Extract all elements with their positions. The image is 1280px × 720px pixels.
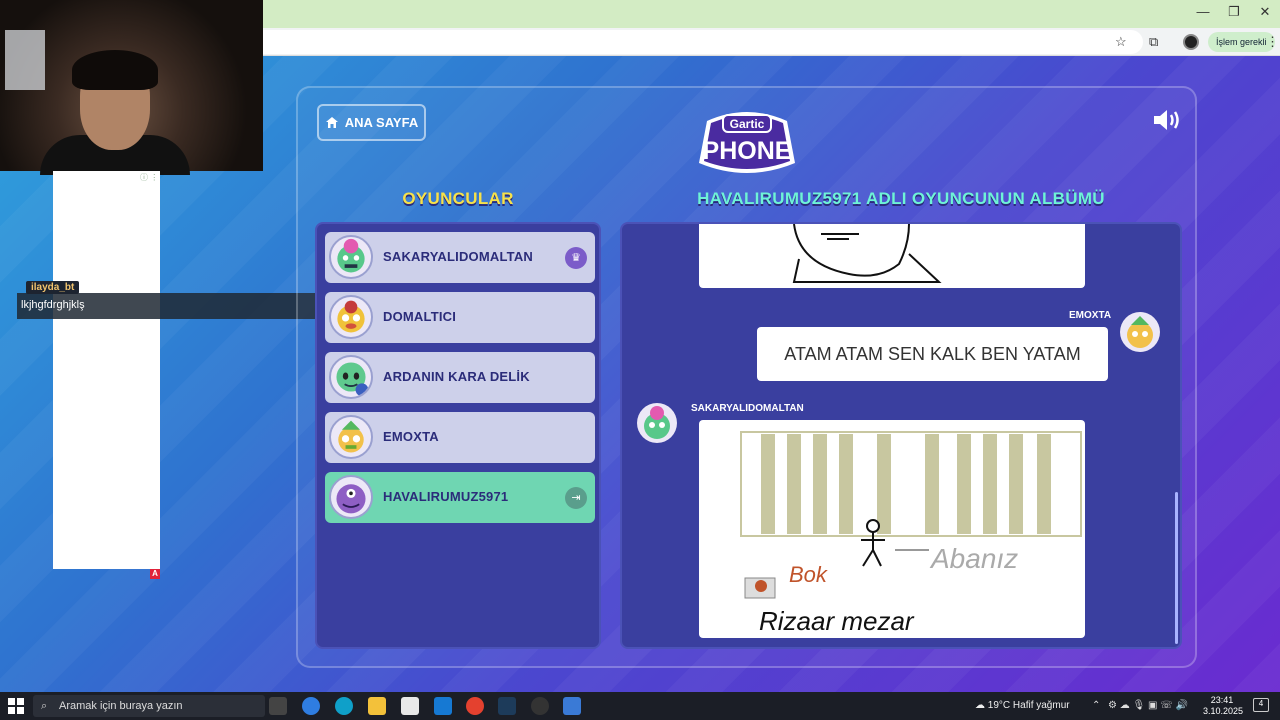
- air-conditioner-shape: [5, 30, 45, 90]
- minimize-button[interactable]: —: [1188, 4, 1218, 19]
- drawing-author-avatar: [637, 403, 677, 443]
- exit-icon[interactable]: ⇥: [565, 487, 587, 509]
- weather-text: Hafif yağmur: [1012, 700, 1070, 711]
- copilot-icon[interactable]: [302, 697, 320, 715]
- player-name: EMOXTA: [383, 429, 439, 444]
- bookmark-star-icon[interactable]: ☆: [1115, 34, 1127, 50]
- taskbar-clock[interactable]: 23:41 3.10.2025: [1203, 695, 1244, 717]
- taskbar-search[interactable]: ⌕ Aramak için buraya yazın: [33, 695, 265, 717]
- webcam-feed: [0, 0, 263, 175]
- notification-icon[interactable]: 4: [1253, 698, 1269, 712]
- clock-date: 3.10.2025: [1203, 706, 1244, 716]
- person-hair-shape: [72, 50, 158, 90]
- profile-avatar[interactable]: [1183, 34, 1199, 50]
- player-name: ARDANIN KARA DELİK: [383, 369, 530, 384]
- drawing-author: SAKARYALIDOMALTAN: [691, 403, 804, 414]
- crown-icon: ♛: [565, 247, 587, 269]
- chat-info-icon: ⓘ ⋮: [140, 173, 159, 182]
- browser-toolbar: ☆ ⧉ İşlem gerekli ⋮: [263, 28, 1280, 56]
- browser-titlebar: — ❐ ✕: [263, 0, 1280, 28]
- player-avatar: [329, 415, 373, 459]
- players-title: OYUNCULAR: [402, 189, 514, 208]
- player-name: HAVALIRUMUZ5971: [383, 489, 509, 504]
- player-row[interactable]: SAKARYALIDOMALTAN ♛: [325, 232, 595, 283]
- home-button[interactable]: ANA SAYFA: [317, 104, 426, 141]
- close-button[interactable]: ✕: [1250, 4, 1280, 20]
- players-list: SAKARYALIDOMALTAN ♛ DOMALTICI ARDANIN KA…: [315, 222, 601, 649]
- steam-icon[interactable]: [498, 697, 516, 715]
- extensions-icon[interactable]: ⧉: [1149, 34, 1158, 50]
- outlook-icon[interactable]: [434, 697, 452, 715]
- drawing-text-abaniz: Abanız: [929, 543, 1018, 574]
- weather-temp: 19°C: [987, 700, 1011, 711]
- search-icon: ⌕: [41, 700, 48, 712]
- task-view-icon[interactable]: [269, 697, 287, 715]
- chrome-icon[interactable]: [466, 697, 484, 715]
- logo-bottom-text: PHONE: [703, 137, 792, 165]
- player-avatar: [329, 295, 373, 339]
- maximize-button[interactable]: ❐: [1219, 4, 1249, 20]
- tray-icons[interactable]: ⚙ ☁ 🎙 ▣ ☏ 🔊: [1108, 700, 1188, 711]
- album-scrollbar[interactable]: [1175, 492, 1178, 644]
- player-avatar: [329, 235, 373, 279]
- windows-start-icon[interactable]: [8, 698, 24, 714]
- store-icon[interactable]: [401, 697, 419, 715]
- windows-taskbar: ⌕ Aramak için buraya yazın ☁ 19°C Hafif y…: [0, 692, 1280, 720]
- logo-top-text: Gartic: [730, 117, 765, 131]
- chat-message: lkjhgfdrghjklş: [21, 299, 85, 311]
- weather-widget[interactable]: ☁ 19°C Hafif yağmur: [975, 700, 1070, 711]
- home-icon: [325, 117, 338, 128]
- drawing-text-bok: Bok: [789, 562, 828, 587]
- home-button-label: ANA SAYFA: [344, 115, 419, 130]
- player-row[interactable]: ARDANIN KARA DELİK: [325, 352, 595, 403]
- gartic-phone-logo: Gartic PHONE: [699, 112, 795, 173]
- album-panel: EMOXTA ATAM ATAM SEN KALK BEN YATAM SAKA…: [620, 222, 1182, 649]
- app-icon[interactable]: [563, 697, 581, 715]
- action-required-button[interactable]: İşlem gerekli: [1208, 32, 1275, 52]
- player-avatar: [329, 355, 373, 399]
- player-name: DOMALTICI: [383, 309, 457, 324]
- clock-time: 23:41: [1210, 695, 1234, 705]
- guess-author: EMOXTA: [1069, 310, 1112, 321]
- album-title: HAVALIRUMUZ5971 ADLI OYUNCUNUN ALBÜMÜ: [697, 189, 1105, 208]
- obs-icon[interactable]: [531, 697, 549, 715]
- player-row[interactable]: EMOXTA: [325, 412, 595, 463]
- sound-icon[interactable]: [1152, 106, 1184, 134]
- file-explorer-icon[interactable]: [368, 697, 386, 715]
- previous-drawing: [699, 224, 1085, 288]
- menu-kebab-icon[interactable]: ⋮: [1266, 34, 1279, 50]
- guess-author-avatar: [1120, 312, 1160, 352]
- player-row[interactable]: DOMALTICI: [325, 292, 595, 343]
- chat-badge: A: [150, 569, 160, 579]
- player-row-active[interactable]: HAVALIRUMUZ5971 ⇥: [325, 472, 595, 523]
- edge-icon[interactable]: [335, 697, 353, 715]
- stream-chat-panel: [53, 171, 160, 569]
- player-name: SAKARYALIDOMALTAN: [383, 249, 534, 264]
- chat-username: ilayda_bt: [26, 281, 80, 294]
- guess-bubble: ATAM ATAM SEN KALK BEN YATAM: [757, 327, 1108, 381]
- drawing-text-mezar: Rizaar mezar: [759, 606, 915, 636]
- player-avatar: [329, 475, 373, 519]
- address-bar[interactable]: [263, 30, 1143, 54]
- current-drawing: Abanız Bok Rizaar mezar: [699, 420, 1085, 638]
- taskbar-search-placeholder: Aramak için buraya yazın: [59, 700, 183, 712]
- tray-chevron-icon[interactable]: ⌃: [1092, 700, 1100, 711]
